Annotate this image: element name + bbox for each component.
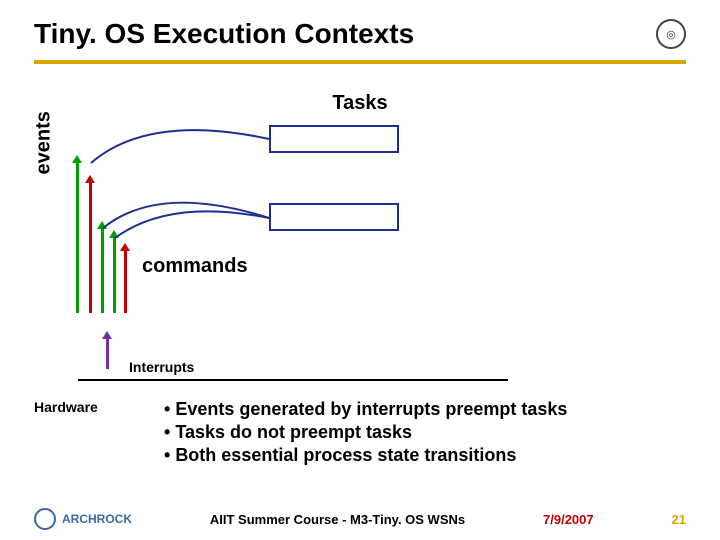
interrupts-label: Interrupts bbox=[129, 329, 686, 375]
bullet-item: Events generated by interrupts preempt t… bbox=[164, 399, 567, 420]
bullet-item: Tasks do not preempt tasks bbox=[164, 422, 567, 443]
footer-date: 7/9/2007 bbox=[543, 512, 594, 527]
tasks-label: Tasks bbox=[34, 92, 686, 115]
events-axis-label: events bbox=[33, 111, 56, 174]
logo-circle-icon bbox=[34, 508, 56, 530]
bullet-list: Events generated by interrupts preempt t… bbox=[164, 399, 567, 468]
commands-label: commands bbox=[142, 255, 248, 278]
slide-title: Tiny. OS Execution Contexts bbox=[34, 18, 414, 50]
seal-icon: ◎ bbox=[656, 19, 686, 49]
footer: ARCHROCK AIIT Summer Course - M3-Tiny. O… bbox=[0, 508, 720, 530]
connector-curves bbox=[89, 123, 289, 323]
hardware-divider bbox=[78, 379, 508, 381]
footer-logo-text: ARCHROCK bbox=[62, 512, 132, 526]
title-underline bbox=[34, 60, 686, 64]
footer-center-text: AIIT Summer Course - M3-Tiny. OS WSNs bbox=[210, 512, 465, 527]
interrupt-arrow bbox=[106, 339, 109, 369]
diagram-area: events commands bbox=[34, 123, 686, 323]
event-arrow-green bbox=[76, 163, 79, 313]
bullet-item: Both essential process state transitions bbox=[164, 445, 567, 466]
hardware-label: Hardware bbox=[34, 399, 134, 415]
footer-logo: ARCHROCK bbox=[34, 508, 132, 530]
footer-page-number: 21 bbox=[672, 512, 686, 527]
